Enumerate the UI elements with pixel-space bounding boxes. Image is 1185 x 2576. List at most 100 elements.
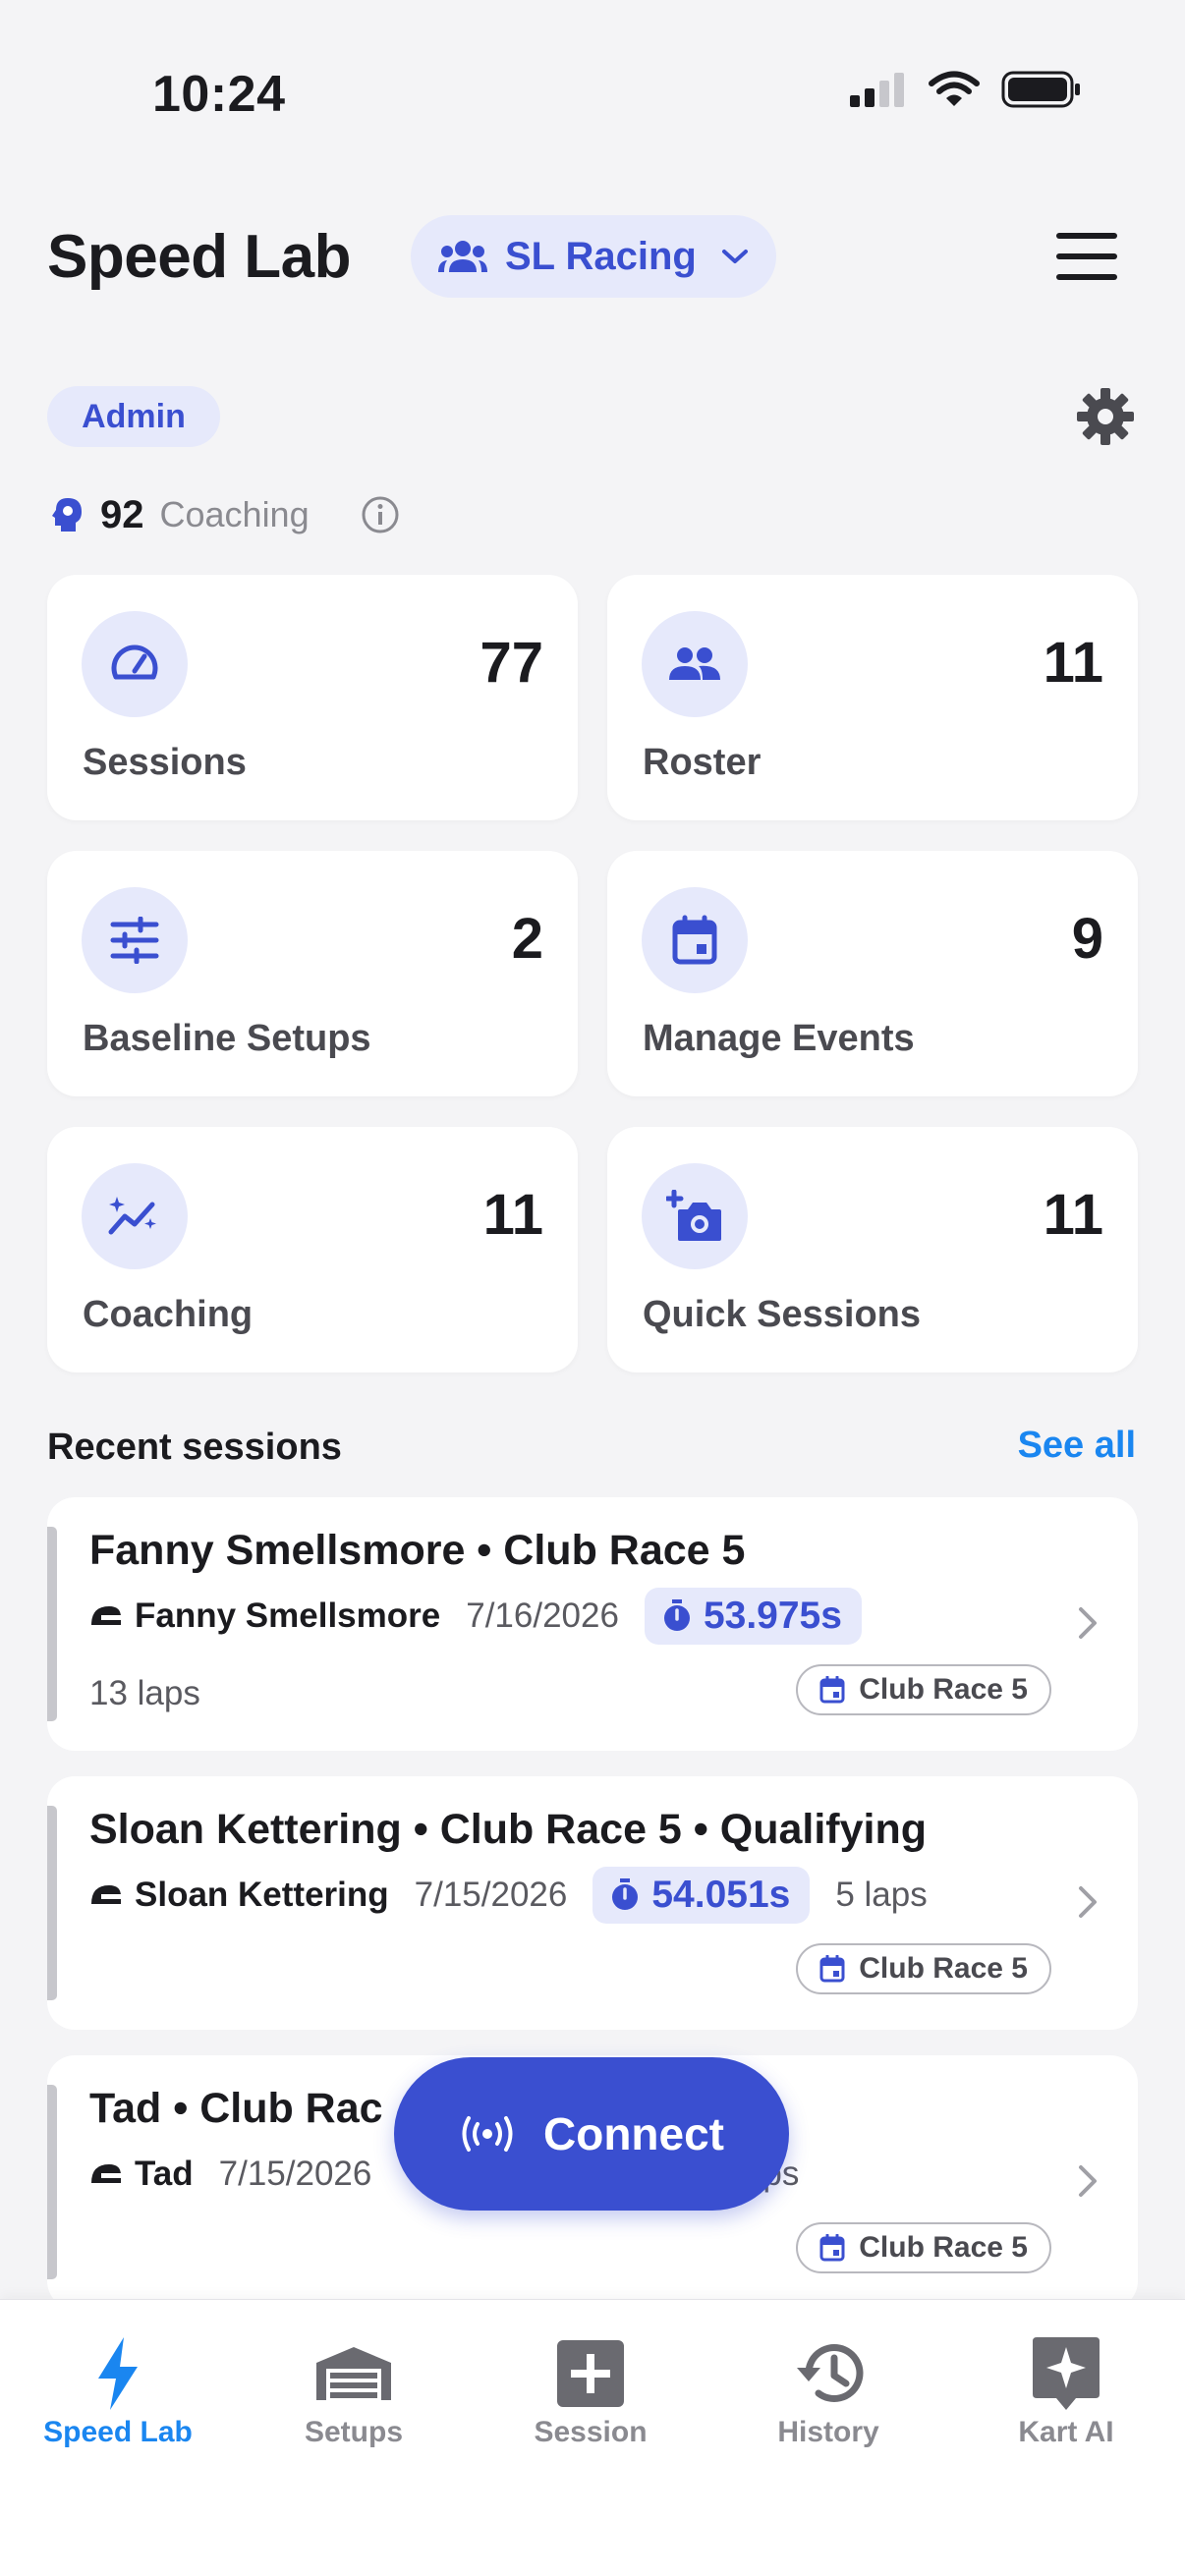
calendar-icon xyxy=(819,1676,845,1704)
stat-card-coaching[interactable]: 11 Coaching xyxy=(47,1127,578,1372)
menu-icon[interactable] xyxy=(1056,233,1117,280)
driver-name: Sloan Kettering xyxy=(135,1876,389,1914)
coaching-score-value: 92 xyxy=(100,492,144,536)
stat-value: 11 xyxy=(482,1183,543,1247)
stat-label: Coaching xyxy=(83,1294,254,1335)
tab-session[interactable]: Session xyxy=(492,2335,689,2449)
wifi-icon xyxy=(929,71,980,106)
chevron-right-icon xyxy=(1079,1607,1097,1639)
team-name: SL Racing xyxy=(505,234,697,278)
stat-value: 2 xyxy=(511,907,543,971)
event-name: Club Race 5 xyxy=(859,1952,1028,1985)
coaching-score-label: Coaching xyxy=(159,494,310,534)
status-bar: 10:24 xyxy=(0,0,1185,147)
session-status-bar xyxy=(47,1806,57,2000)
session-meta: Sloan Kettering 7/15/2026 54.051s 5 laps xyxy=(89,1867,928,1924)
bolt-icon xyxy=(98,2337,138,2410)
gear-icon[interactable] xyxy=(1075,386,1136,447)
history-icon xyxy=(797,2344,864,2402)
tab-label: Setups xyxy=(304,2416,404,2448)
session-date: 7/16/2026 xyxy=(466,1596,619,1635)
tab-label: Kart AI xyxy=(1018,2416,1114,2448)
tab-label: History xyxy=(777,2416,879,2448)
broadcast-icon xyxy=(462,2116,513,2152)
connect-button[interactable]: Connect xyxy=(394,2057,789,2211)
stopwatch-icon xyxy=(612,1878,639,1910)
stopwatch-icon xyxy=(663,1599,690,1631)
stat-label: Roster xyxy=(643,742,762,783)
stat-value: 9 xyxy=(1071,907,1103,971)
best-lap-pill: 53.975s xyxy=(644,1588,862,1645)
coaching-score: 92 Coaching xyxy=(51,487,400,542)
garage-icon xyxy=(316,2347,391,2400)
event-name: Club Race 5 xyxy=(859,2231,1028,2264)
session-status-bar xyxy=(47,2085,57,2279)
sliders-icon xyxy=(82,887,188,993)
event-name: Club Race 5 xyxy=(859,1673,1028,1706)
session-status-bar xyxy=(47,1527,57,1721)
driver-name: Fanny Smellsmore xyxy=(135,1596,441,1635)
cellular-signal-icon xyxy=(850,73,904,107)
chevron-down-icon xyxy=(721,250,748,263)
tab-speed-lab[interactable]: Speed Lab xyxy=(20,2335,216,2449)
calendar-icon xyxy=(819,1955,845,1983)
speedometer-icon xyxy=(82,611,188,717)
helmet-icon xyxy=(91,1606,121,1625)
sparkle-chart-icon xyxy=(82,1163,188,1269)
stat-value: 11 xyxy=(1043,1183,1103,1247)
session-date: 7/15/2026 xyxy=(414,1876,568,1914)
session-date: 7/15/2026 xyxy=(218,2155,372,2193)
best-lap-time: 53.975s xyxy=(703,1595,842,1637)
helmet-icon xyxy=(91,1885,121,1904)
lap-count: 5 laps xyxy=(835,1876,928,1914)
best-lap-pill: 54.051s xyxy=(592,1867,811,1924)
brain-head-icon xyxy=(52,498,82,532)
chevron-right-icon xyxy=(1079,1886,1097,1918)
connect-label: Connect xyxy=(543,2108,724,2159)
group-icon xyxy=(642,611,748,717)
session-meta: Fanny Smellsmore 7/16/2026 53.975s xyxy=(89,1588,887,1645)
session-card[interactable]: Sloan Kettering • Club Race 5 • Qualifyi… xyxy=(47,1776,1138,2030)
session-title: Tad • Club Rac xyxy=(89,2085,383,2132)
stat-card-manage-events[interactable]: 9 Manage Events xyxy=(607,851,1138,1096)
stat-label: Manage Events xyxy=(643,1018,915,1059)
stat-card-baseline-setups[interactable]: 2 Baseline Setups xyxy=(47,851,578,1096)
stat-card-roster[interactable]: 11 Roster xyxy=(607,575,1138,820)
driver-name: Tad xyxy=(135,2155,194,2193)
calendar-icon xyxy=(819,2234,845,2262)
plus-square-icon xyxy=(557,2340,624,2407)
tab-bar: Speed Lab Setups Session History Kart AI xyxy=(0,2299,1185,2576)
chevron-right-icon xyxy=(1079,2165,1097,2197)
status-icons xyxy=(848,71,1082,108)
status-time: 10:24 xyxy=(152,66,286,123)
event-tag[interactable]: Club Race 5 xyxy=(796,1664,1051,1715)
role-badge: Admin xyxy=(47,386,220,447)
helmet-icon xyxy=(91,2164,121,2183)
info-icon[interactable] xyxy=(361,495,400,534)
tab-kart-ai[interactable]: Kart AI xyxy=(968,2335,1164,2449)
event-tag[interactable]: Club Race 5 xyxy=(796,2222,1051,2273)
see-all-link[interactable]: See all xyxy=(1018,1425,1136,1467)
stat-value: 11 xyxy=(1043,631,1103,695)
tab-label: Session xyxy=(534,2416,648,2448)
stat-label: Sessions xyxy=(83,742,247,783)
stat-card-sessions[interactable]: 77 Sessions xyxy=(47,575,578,820)
tab-history[interactable]: History xyxy=(730,2335,927,2449)
battery-icon xyxy=(1001,71,1080,108)
stat-value: 77 xyxy=(480,631,543,695)
speed-lab-home: 10:24 Speed Lab SL Racing Admin 92 Coach… xyxy=(0,0,1185,2576)
session-title: Sloan Kettering • Club Race 5 • Qualifyi… xyxy=(89,1806,928,1853)
stat-card-quick-sessions[interactable]: 11 Quick Sessions xyxy=(607,1127,1138,1372)
tab-label: Speed Lab xyxy=(43,2416,193,2448)
session-card[interactable]: Fanny Smellsmore • Club Race 5 Fanny Sme… xyxy=(47,1497,1138,1751)
camera-plus-icon xyxy=(642,1163,748,1269)
tab-setups[interactable]: Setups xyxy=(255,2335,452,2449)
recent-sessions-title: Recent sessions xyxy=(47,1427,342,1468)
stat-label: Quick Sessions xyxy=(643,1294,922,1335)
calendar-icon xyxy=(642,887,748,993)
team-switcher[interactable]: SL Racing xyxy=(411,215,776,298)
session-title: Fanny Smellsmore • Club Race 5 xyxy=(89,1527,746,1574)
group-icon xyxy=(438,241,487,272)
lap-count: 13 laps xyxy=(89,1674,200,1712)
event-tag[interactable]: Club Race 5 xyxy=(796,1943,1051,1994)
